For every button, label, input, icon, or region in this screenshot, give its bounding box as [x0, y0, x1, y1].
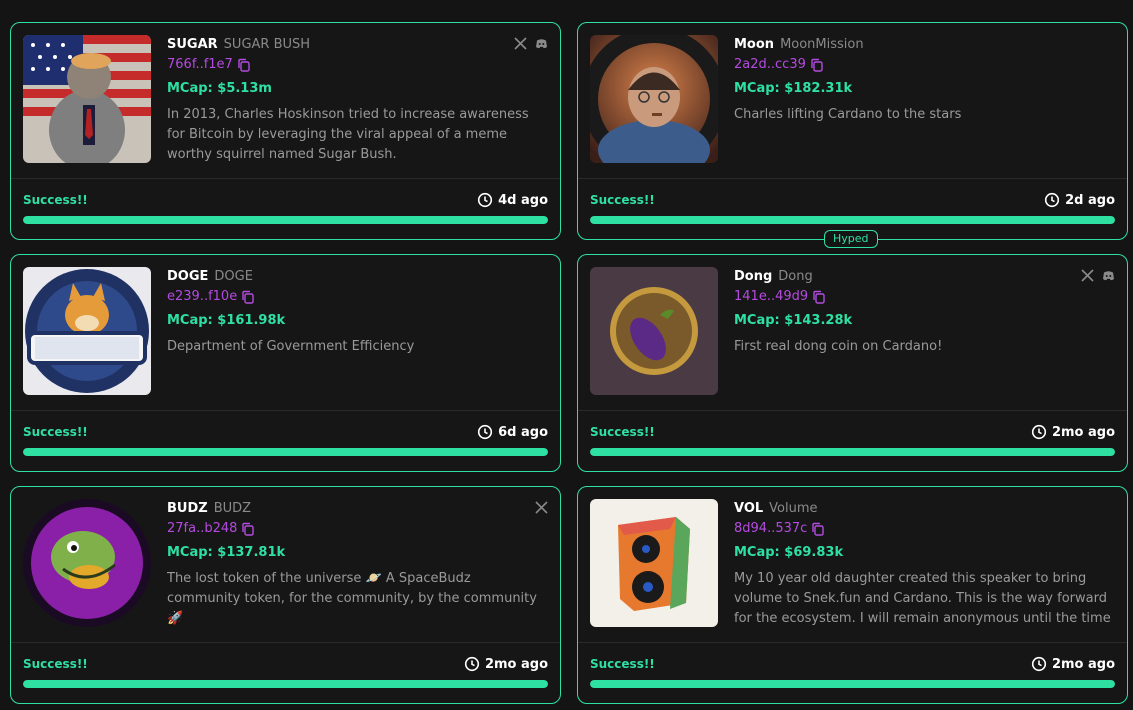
clock-icon: [477, 192, 493, 208]
market-cap: MCap: $5.13m: [167, 81, 272, 96]
market-cap: MCap: $143.28k: [734, 313, 853, 328]
token-card-moon[interactable]: Moon MoonMission 2a2d..cc39 MCap: $182.31…: [577, 22, 1128, 240]
token-image-dong: [590, 267, 718, 395]
token-description: Charles lifting Cardano to the stars: [734, 107, 962, 122]
card-divider: [578, 178, 1127, 179]
token-name: SUGAR BUSH: [223, 37, 311, 52]
card-divider: [578, 410, 1127, 411]
clock-icon: [464, 656, 480, 672]
time-ago: 2mo ago: [484, 656, 548, 672]
clock-icon: [1031, 424, 1047, 440]
token-description: First real dong coin on Cardano!: [734, 339, 943, 354]
token-address: 141e..49d9: [734, 289, 809, 304]
token-ticker: DOGE: [167, 269, 209, 284]
discord-icon[interactable]: [535, 35, 548, 49]
time-ago: 2d ago: [1065, 192, 1115, 208]
copy-icon[interactable]: [811, 522, 825, 536]
token-ticker: Moon: [734, 37, 775, 52]
clock-icon: [1044, 192, 1060, 208]
token-name: MoonMission: [780, 37, 864, 52]
market-cap: MCap: $69.83k: [734, 545, 844, 560]
token-image-moon: [590, 35, 718, 163]
token-address: e239..f10e: [167, 289, 238, 304]
clock-icon: [1031, 656, 1047, 672]
card-divider: [11, 410, 560, 411]
token-description: The lost token of the universe 🪐 A Space…: [167, 571, 537, 626]
progress-bar: [590, 216, 1115, 224]
hyped-badge: Hyped: [824, 230, 878, 248]
x-icon[interactable]: [514, 35, 527, 50]
progress-bar: [23, 216, 548, 224]
progress-bar: [590, 680, 1115, 688]
token-description: My 10 year old daughter created this spe…: [734, 571, 1111, 626]
progress-bar: [23, 680, 548, 688]
token-image-doge: [23, 267, 151, 395]
time-ago: 2mo ago: [1051, 656, 1115, 672]
token-name: BUDZ: [213, 501, 252, 516]
time-ago: 2mo ago: [1051, 424, 1115, 440]
token-address: 8d94..537c: [734, 521, 808, 536]
token-image-budz: [23, 499, 151, 627]
token-image-vol: [590, 499, 718, 627]
progress-bar: [590, 448, 1115, 456]
progress-fill: [590, 448, 1115, 456]
token-card-sugar[interactable]: SUGAR SUGAR BUSH 766f..f1e7 MCap: $5.13m …: [10, 22, 561, 240]
copy-icon[interactable]: [237, 58, 251, 72]
token-card-vol[interactable]: VOL Volume 8d94..537c MCap: $69.83k My 10…: [577, 486, 1128, 704]
market-cap: MCap: $182.31k: [734, 81, 853, 96]
copy-icon[interactable]: [241, 522, 255, 536]
time-ago: 4d ago: [498, 192, 548, 208]
discord-icon[interactable]: [1102, 267, 1115, 281]
progress-fill: [23, 216, 548, 224]
token-description: Department of Government Efficiency: [167, 339, 415, 354]
progress-fill: [23, 680, 548, 688]
token-ticker: VOL: [734, 501, 764, 516]
clock-icon: [477, 424, 493, 440]
card-divider: [11, 178, 560, 179]
market-cap: MCap: $137.81k: [167, 545, 286, 560]
copy-icon[interactable]: [812, 290, 826, 304]
token-ticker: Dong: [734, 269, 773, 284]
progress-bar: [23, 448, 548, 456]
progress-fill: [23, 448, 548, 456]
status-label: Success!!: [590, 425, 655, 439]
card-divider: [11, 642, 560, 643]
progress-fill: [590, 216, 1115, 224]
token-address: 766f..f1e7: [167, 57, 233, 72]
token-card-budz[interactable]: BUDZ BUDZ 27fa..b248 MCap: $137.81k The l…: [10, 486, 561, 704]
token-address: 27fa..b248: [167, 521, 238, 536]
x-icon[interactable]: [535, 499, 548, 514]
card-divider: [578, 642, 1127, 643]
token-ticker: SUGAR: [167, 37, 218, 52]
status-label: Success!!: [23, 193, 88, 207]
time-ago: 6d ago: [498, 424, 548, 440]
token-ticker: BUDZ: [167, 501, 208, 516]
token-name: Volume: [769, 501, 818, 516]
token-card-dong[interactable]: Dong Dong 141e..49d9 MCap: $143.28k First…: [577, 254, 1128, 472]
copy-icon[interactable]: [810, 58, 824, 72]
copy-icon[interactable]: [241, 290, 255, 304]
market-cap: MCap: $161.98k: [167, 313, 286, 328]
token-name: Dong: [778, 269, 813, 284]
status-label: Success!!: [590, 193, 655, 207]
token-card-doge[interactable]: DOGE DOGE e239..f10e MCap: $161.98k Depar…: [10, 254, 561, 472]
token-name: DOGE: [214, 269, 253, 284]
progress-fill: [590, 680, 1115, 688]
token-image-sugar: [23, 35, 151, 163]
token-description: In 2013, Charles Hoskinson tried to incr…: [167, 107, 529, 162]
x-icon[interactable]: [1081, 267, 1094, 282]
token-address: 2a2d..cc39: [734, 57, 806, 72]
status-label: Success!!: [590, 657, 655, 671]
status-label: Success!!: [23, 425, 88, 439]
status-label: Success!!: [23, 657, 88, 671]
